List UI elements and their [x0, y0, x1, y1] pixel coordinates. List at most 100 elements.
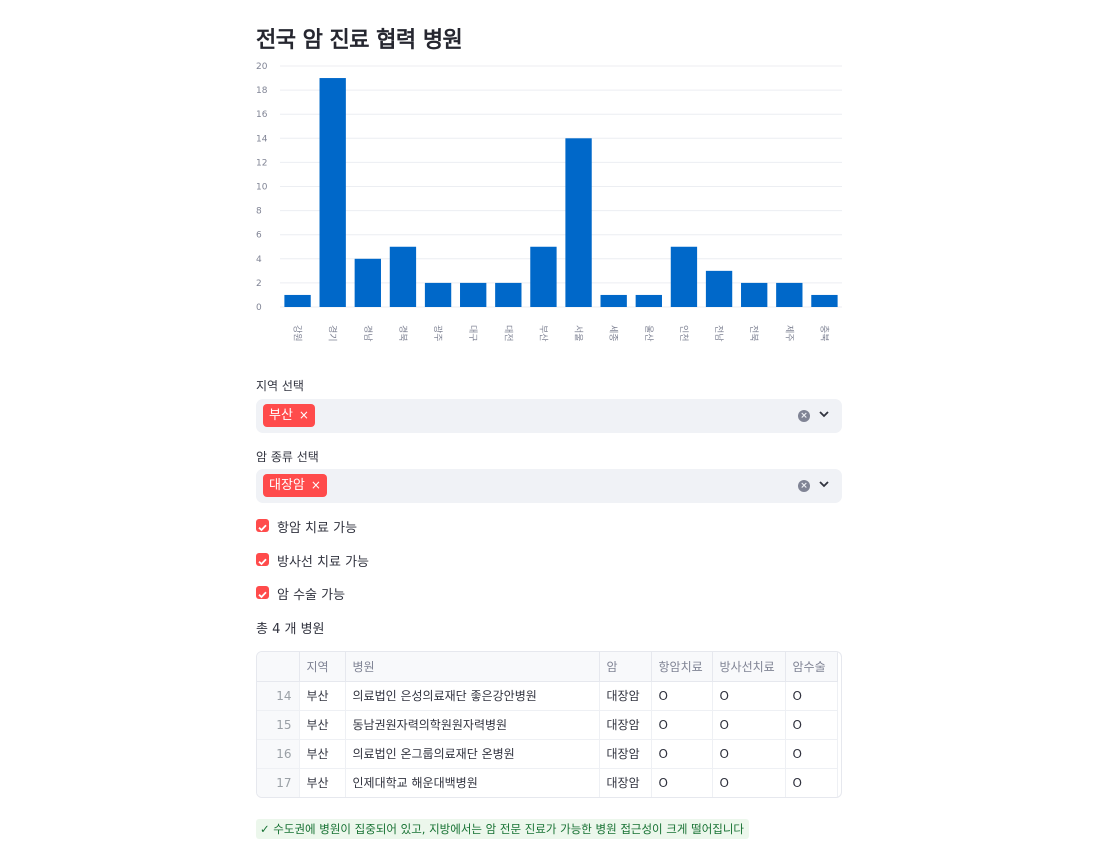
cell-radiation[interactable]: O	[712, 710, 786, 740]
table-row[interactable]: 15 부산 동남권원자력의학원원자력병원 대장암 O O O	[257, 710, 838, 740]
region-chevron-down-icon[interactable]	[818, 408, 830, 420]
y-tick-label: 10	[256, 183, 268, 193]
table-row[interactable]: 14 부산 의료법인 은성의료재단 좋은강안병원 대장암 O O O	[257, 681, 838, 711]
region-tag-label: 부산	[269, 408, 293, 423]
x-tick-label: 광주	[432, 325, 444, 342]
y-tick-label: 16	[256, 110, 268, 120]
cell-hospital[interactable]: 의료법인 온그룹의료재단 온병원	[345, 739, 600, 769]
cell-chemo[interactable]: O	[651, 768, 713, 797]
cell-surgery[interactable]: O	[785, 739, 838, 769]
column-header-region[interactable]: 지역	[299, 652, 346, 682]
y-tick-label: 14	[256, 134, 268, 144]
bar-경북[interactable]	[389, 246, 417, 307]
cell-radiation[interactable]: O	[712, 739, 786, 769]
cancer-chevron-down-icon[interactable]	[818, 478, 830, 490]
y-tick-label: 18	[256, 86, 268, 96]
cell-hospital[interactable]: 동남권원자력의학원원자력병원	[345, 710, 600, 740]
x-tick-label: 세종	[608, 325, 619, 342]
bar-부산[interactable]	[530, 246, 557, 307]
x-tick-label: 경남	[362, 325, 374, 342]
cell-chemo[interactable]: O	[651, 710, 713, 740]
column-header-hospital[interactable]: 병원	[345, 652, 600, 682]
bar-chart: 0 2 4 6 8 10 12 14 16 18 20 강원 경기 경남 경북 광주 대구 대전 부산 서울 세종 울산 인…	[256, 60, 846, 350]
y-tick-label: 4	[256, 255, 262, 265]
x-tick-label: 인천	[678, 325, 689, 342]
region-select-label: 지역 선택	[256, 379, 304, 393]
region-tag-remove-icon[interactable]: ×	[299, 408, 309, 422]
cell-chemo[interactable]: O	[651, 681, 713, 711]
bar-강원[interactable]	[284, 294, 311, 307]
x-tick-label: 충북	[818, 325, 829, 342]
x-tick-label: 전북	[748, 325, 759, 342]
checkbox-surgery-box[interactable]	[256, 586, 269, 599]
cancer-tag[interactable]: 대장암 ×	[263, 474, 327, 497]
x-tick-label: 경북	[397, 325, 409, 342]
cell-index: 17	[257, 768, 300, 797]
cell-region[interactable]: 부산	[299, 739, 346, 769]
cell-surgery[interactable]: O	[785, 768, 838, 797]
table-header-row: 지역 병원 암 항암치료 방사선치료 암수술	[257, 652, 838, 682]
cell-index: 14	[257, 681, 300, 711]
cell-cancer[interactable]: 대장암	[599, 739, 652, 769]
checkmark-icon	[258, 591, 267, 599]
bar-충북[interactable]	[811, 294, 838, 307]
bar-전남[interactable]	[705, 270, 733, 307]
cancer-tag-remove-icon[interactable]: ×	[311, 478, 321, 492]
x-tick-label: 부산	[537, 325, 548, 342]
cell-hospital[interactable]: 의료법인 은성의료재단 좋은강안병원	[345, 681, 600, 711]
cell-cancer[interactable]: 대장암	[599, 710, 652, 740]
checkbox-chemo-box[interactable]	[256, 519, 269, 532]
cell-cancer[interactable]: 대장암	[599, 681, 652, 711]
bar-인천[interactable]	[670, 246, 698, 307]
cell-region[interactable]: 부산	[299, 768, 346, 797]
table-row[interactable]: 17 부산 인제대학교 해운대백병원 대장암 O O O	[257, 768, 838, 797]
bar-chart-svg: 0 2 4 6 8 10 12 14 16 18 20 강원 경기 경남 경북 광주 대구 대전 부산 서울 세종 울산 인…	[256, 62, 842, 342]
bar-제주[interactable]	[776, 282, 803, 307]
bar-울산[interactable]	[635, 294, 662, 307]
cell-hospital[interactable]: 인제대학교 해운대백병원	[345, 768, 600, 797]
bar-경기[interactable]	[319, 78, 346, 307]
region-multiselect[interactable]: 부산 × ×	[256, 399, 842, 433]
bar-서울[interactable]	[565, 138, 592, 307]
cell-cancer[interactable]: 대장암	[599, 768, 652, 797]
region-clear-icon[interactable]: ×	[798, 410, 810, 422]
y-tick-label: 2	[256, 279, 262, 289]
checkbox-chemo-label: 항암 치료 가능	[277, 521, 358, 536]
cell-region[interactable]: 부산	[299, 710, 346, 740]
checkbox-radiation-box[interactable]	[256, 553, 269, 566]
cell-chemo[interactable]: O	[651, 739, 713, 769]
total-count: 총 4 개 병원	[256, 622, 325, 637]
checkmark-icon	[258, 558, 267, 566]
x-tick-label: 강원	[292, 325, 303, 342]
cancer-multiselect[interactable]: 대장암 × ×	[256, 469, 842, 503]
region-tag[interactable]: 부산 ×	[263, 404, 315, 427]
x-tick-label: 제주	[783, 325, 794, 342]
bar-전북[interactable]	[741, 282, 768, 307]
cell-surgery[interactable]: O	[785, 710, 838, 740]
cancer-select-label: 암 종류 선택	[256, 450, 319, 464]
column-header-cancer[interactable]: 암	[599, 652, 652, 682]
bar-세종[interactable]	[600, 294, 627, 307]
cancer-tag-label: 대장암	[269, 478, 305, 493]
column-header-surgery[interactable]: 암수술	[785, 652, 838, 682]
hospital-table[interactable]: 지역 병원 암 항암치료 방사선치료 암수술 14 부산 의료법인 은성의료재단…	[256, 651, 842, 798]
cell-region[interactable]: 부산	[299, 681, 346, 711]
checkmark-icon	[258, 524, 267, 532]
bar-대구[interactable]	[460, 282, 487, 307]
bar-광주[interactable]	[424, 282, 452, 307]
page-title: 전국 암 진료 협력 병원	[256, 28, 463, 53]
table-row[interactable]: 16 부산 의료법인 온그룹의료재단 온병원 대장암 O O O	[257, 739, 838, 769]
success-alert: ✓ 수도권에 병원이 집중되어 있고, 지방에서는 암 전문 진료가 가능한 병…	[256, 819, 750, 839]
cell-surgery[interactable]: O	[785, 681, 838, 711]
column-header-chemo[interactable]: 항암치료	[651, 652, 713, 682]
cancer-clear-icon[interactable]: ×	[798, 480, 810, 492]
x-tick-label: 전남	[713, 325, 724, 342]
y-tick-label: 12	[256, 158, 267, 168]
column-header-radiation[interactable]: 방사선치료	[712, 652, 786, 682]
y-tick-label: 0	[256, 303, 262, 313]
column-header-index[interactable]	[257, 652, 300, 682]
cell-radiation[interactable]: O	[712, 681, 786, 711]
cell-radiation[interactable]: O	[712, 768, 786, 797]
bar-대전[interactable]	[495, 282, 522, 307]
bar-경남[interactable]	[354, 258, 381, 307]
